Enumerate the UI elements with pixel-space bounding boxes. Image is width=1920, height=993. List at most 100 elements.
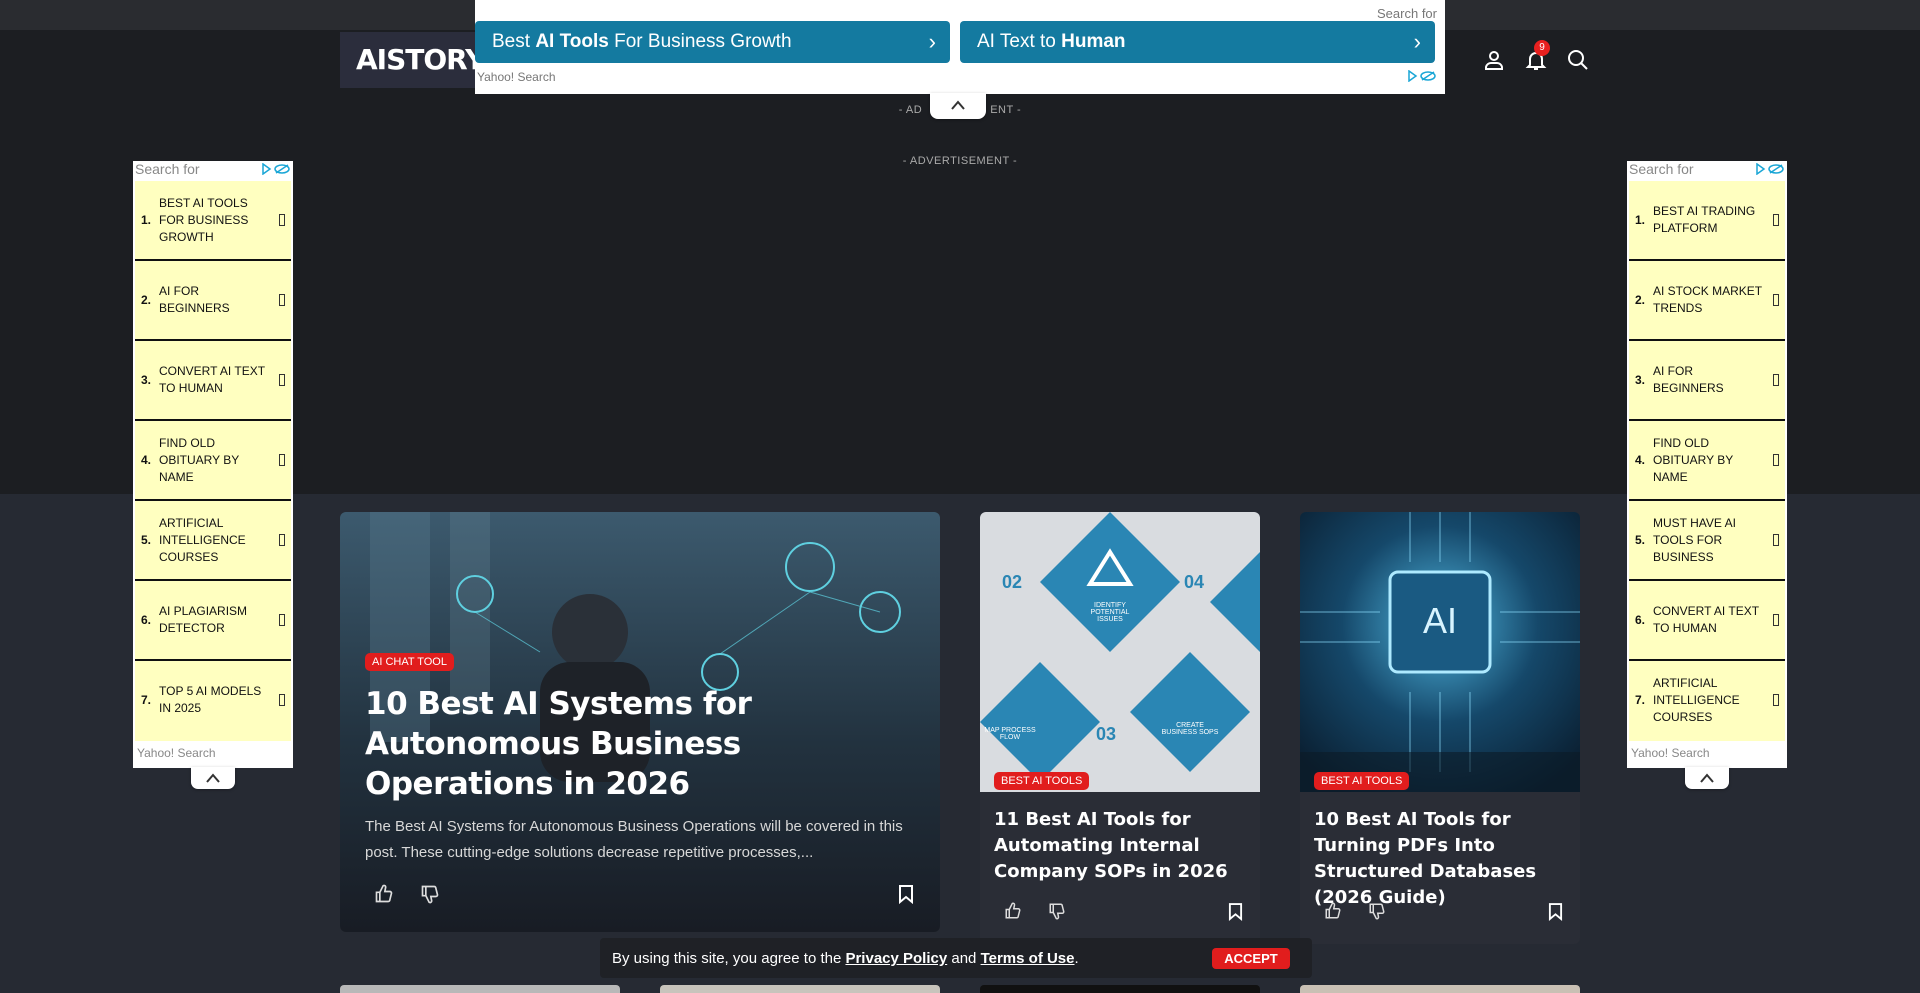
diagram-step-number: 02: [1002, 572, 1023, 592]
ad-link-label: AI For Beginners: [1653, 364, 1724, 395]
post-card-next-row[interactable]: [1300, 985, 1580, 993]
ad-link-label: Convert AI Text To Human: [1653, 604, 1759, 635]
ad-link-number: 2.: [1635, 293, 1646, 307]
thumbs-up-icon[interactable]: [1004, 902, 1022, 920]
ad-button-ai-text-to-human[interactable]: AI Text to Human ›: [960, 21, 1435, 63]
category-badge[interactable]: BEST AI TOOLS: [1314, 772, 1410, 790]
arrow-icon: [279, 534, 285, 546]
advertisement-label-end: ENT -: [990, 104, 1022, 116]
ad-button-best-ai-tools[interactable]: Best AI Tools For Business Growth ›: [475, 21, 950, 63]
bookmark-icon[interactable]: [1228, 902, 1243, 921]
thumbs-down-icon[interactable]: [420, 884, 440, 904]
category-badge[interactable]: BEST AI TOOLS: [994, 772, 1090, 790]
ad-link-item[interactable]: 2. AI Stock Market Trends: [1629, 261, 1785, 341]
ad-button-text: Best: [492, 31, 536, 52]
adchoices-icon[interactable]: [1755, 163, 1785, 175]
ad-button-text: For Business Growth: [608, 31, 792, 52]
ad-provider-label: Yahoo! Search: [1631, 746, 1710, 760]
ad-link-number: 7.: [1635, 693, 1646, 707]
ad-link-label: Find Old Obituary By Name: [1653, 435, 1734, 484]
ad-link-item[interactable]: 7. Artificial Intelligence Courses: [1629, 661, 1785, 741]
arrow-icon: [279, 294, 285, 306]
privacy-policy-link[interactable]: Privacy Policy: [845, 950, 947, 967]
thumbs-up-icon[interactable]: [1324, 902, 1342, 920]
cookie-consent-text: By using this site, you agree to the Pri…: [612, 950, 1079, 967]
ad-link-item[interactable]: 3. Convert AI Text To Human: [135, 341, 291, 421]
ad-link-label: Artificial Intelligence Courses: [159, 515, 246, 564]
ad-link-item[interactable]: 1. Best AI Trading Platform: [1629, 181, 1785, 261]
post-image-ai-chip: AI: [1300, 512, 1580, 792]
advertisement-label-partial: - AD ENT -: [0, 104, 1920, 116]
ad-link-item[interactable]: 5. Artificial Intelligence Courses: [135, 501, 291, 581]
ad-link-label: Best AI Tools For Business Growth: [159, 195, 249, 244]
ad-link-item[interactable]: 7. Top 5 AI Models In 2025: [135, 661, 291, 741]
ad-provider-label: Yahoo! Search: [477, 70, 556, 84]
header-icons: 9: [1482, 40, 1590, 72]
ad-link-label: Artificial Intelligence Courses: [1653, 675, 1740, 724]
accept-cookies-button[interactable]: ACCEPT: [1212, 948, 1290, 969]
ad-link-item[interactable]: 2. AI For Beginners: [135, 261, 291, 341]
arrow-icon: [1773, 374, 1779, 386]
ai-chip-text: AI: [1422, 600, 1457, 641]
ad-link-number: 2.: [141, 293, 152, 307]
chevron-up-icon: [1700, 773, 1714, 783]
arrow-icon: [1773, 454, 1779, 466]
chevron-up-icon: [206, 773, 220, 783]
post-title[interactable]: 10 Best AI Tools for Turning PDFs Into S…: [1314, 807, 1574, 911]
ad-link-number: 3.: [1635, 373, 1646, 387]
ad-link-item[interactable]: 6. AI Plagiarism Detector: [135, 581, 291, 661]
diagram-step-number: 03: [1096, 724, 1117, 744]
bell-icon[interactable]: 9: [1524, 40, 1550, 72]
site-logo[interactable]: AISTORY: [340, 32, 480, 88]
cookie-consent-banner: By using this site, you agree to the Pri…: [600, 938, 1312, 978]
terms-of-use-link[interactable]: Terms of Use: [981, 950, 1075, 967]
cookie-text: By using this site, you agree to the: [612, 950, 846, 967]
diagram-step-label: IDENTIFY POTENTIAL ISSUES: [1090, 602, 1130, 623]
ad-link-label: Best AI Trading Platform: [1653, 204, 1756, 235]
ad-link-item[interactable]: 3. AI For Beginners: [1629, 341, 1785, 421]
ad-link-item[interactable]: 4. Find Old Obituary By Name: [135, 421, 291, 501]
post-card-next-row[interactable]: [980, 985, 1260, 993]
arrow-icon: [279, 374, 285, 386]
ad-search-for-label: Search for: [135, 161, 200, 177]
collapse-ad-button[interactable]: [1685, 767, 1729, 789]
collapse-ad-button[interactable]: [191, 767, 235, 789]
thumbs-down-icon[interactable]: [1048, 902, 1066, 920]
diagram-step-number: 04: [1184, 572, 1205, 592]
chevron-right-icon: ›: [928, 29, 936, 54]
ad-link-number: 7.: [141, 693, 152, 707]
ad-link-label: Find Old Obituary By Name: [159, 435, 240, 484]
bookmark-icon[interactable]: [898, 884, 914, 904]
adchoices-icon[interactable]: [1407, 70, 1437, 82]
featured-post-title[interactable]: 10 Best AI Systems for Autonomous Busine…: [365, 684, 925, 804]
thumbs-up-icon[interactable]: [374, 884, 394, 904]
post-title[interactable]: 11 Best AI Tools for Automating Internal…: [994, 807, 1249, 885]
ad-link-number: 1.: [1635, 213, 1646, 227]
cookie-text: and: [947, 950, 981, 967]
ad-link-item[interactable]: 6. Convert AI Text To Human: [1629, 581, 1785, 661]
diagram-step-label: MAP PROCESS FLOW: [984, 727, 1036, 741]
ad-link-list: 1. Best AI Trading Platform 2. AI Stock Ma…: [1629, 181, 1785, 741]
post-card[interactable]: AI BEST AI TOOLS 10 Best AI Tools for Tu…: [1300, 512, 1580, 944]
post-image-sop-diagram: 02 04 03 IDENTIFY POTENTIAL ISSUES CREAT…: [980, 512, 1260, 792]
ad-link-item[interactable]: 5. Must Have AI Tools For Business: [1629, 501, 1785, 581]
post-card-next-row[interactable]: [340, 985, 620, 993]
search-icon[interactable]: [1566, 48, 1590, 72]
ad-button-text: AI Text to: [977, 31, 1062, 52]
post-card-next-row[interactable]: [660, 985, 940, 993]
adchoices-icon[interactable]: [261, 163, 291, 175]
user-icon[interactable]: [1482, 48, 1506, 72]
ad-link-number: 6.: [1635, 613, 1646, 627]
category-badge[interactable]: AI CHAT TOOL: [365, 653, 454, 671]
featured-post-card[interactable]: AI CHAT TOOL 10 Best AI Systems for Auto…: [340, 512, 940, 932]
arrow-icon: [1773, 294, 1779, 306]
diagram-step-label: CREATE BUSINESS SOPS: [1161, 722, 1219, 736]
top-search-ad: Search for Best AI Tools For Business Gr…: [475, 0, 1445, 94]
ad-link-item[interactable]: 1. Best AI Tools For Business Growth: [135, 181, 291, 261]
notification-count-badge: 9: [1534, 40, 1550, 56]
ad-link-number: 6.: [141, 613, 152, 627]
ad-link-item[interactable]: 4. Find Old Obituary By Name: [1629, 421, 1785, 501]
bookmark-icon[interactable]: [1548, 902, 1563, 921]
post-card[interactable]: 02 04 03 IDENTIFY POTENTIAL ISSUES CREAT…: [980, 512, 1260, 944]
thumbs-down-icon[interactable]: [1368, 902, 1386, 920]
